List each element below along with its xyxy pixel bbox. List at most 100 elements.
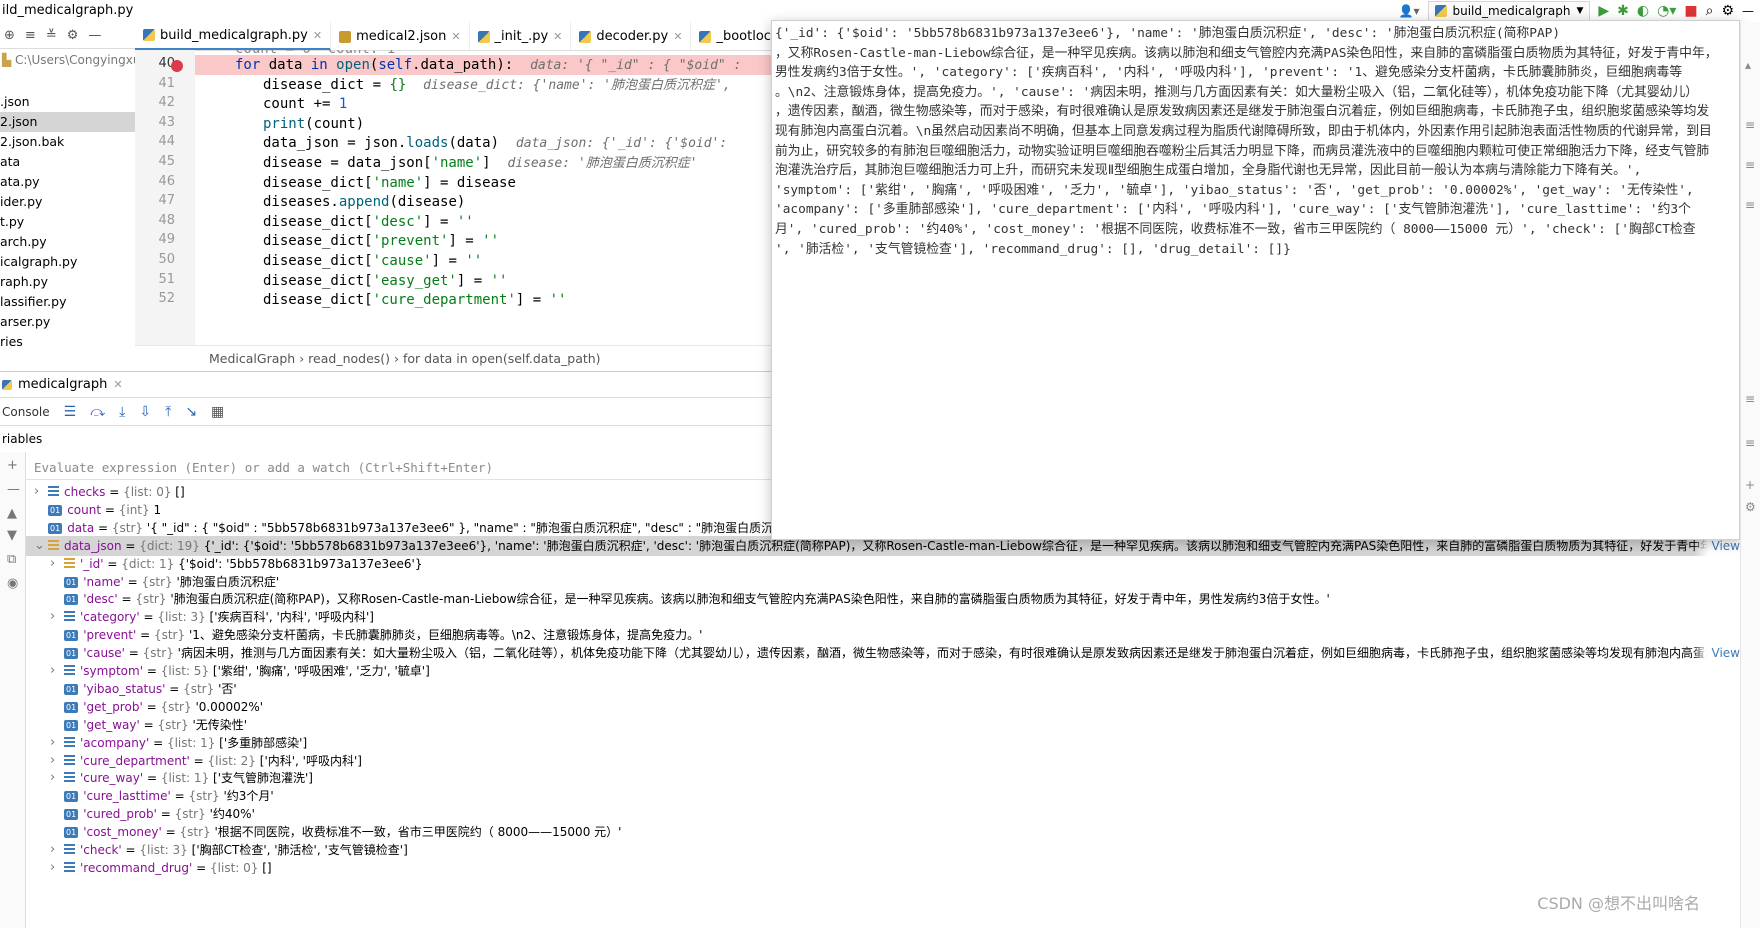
line-number: 42 (158, 95, 175, 111)
gear-icon[interactable]: ⚙ (1745, 500, 1756, 514)
variable-name: 'category' (80, 610, 140, 625)
debug-session-tab[interactable]: medicalgraph ✕ (0, 371, 771, 397)
variable-name: 'yibao_status' (83, 681, 166, 696)
variable-value: {'_id': {'$oid': '5bb578b6831b973a137e3e… (203, 538, 1740, 553)
console-tab[interactable]: Console (2, 405, 50, 419)
primitive-type-icon: 01 (48, 504, 63, 516)
gear-icon[interactable]: ⚙ (1721, 3, 1734, 19)
run-config-selector[interactable]: build_medicalgraph ▼ (1427, 1, 1591, 21)
variable-content: 'recommand_drug' = {list: 0} [] (64, 858, 272, 878)
debug-session-label: medicalgraph (18, 377, 108, 392)
locate-icon[interactable]: ⊕ (4, 28, 15, 43)
project-tree: .json 2.json 2.json.bak ata ata.py ider.py t.p… (0, 92, 135, 352)
view-icon[interactable]: ◉ (7, 576, 18, 591)
line-number: 45 (158, 154, 175, 169)
close-icon[interactable]: ✕ (113, 378, 122, 391)
project-tree-item[interactable]: ata (0, 152, 135, 172)
json-file-icon (339, 30, 352, 43)
window-title: ild_medicalgraph.py (2, 3, 134, 18)
stop-icon[interactable]: ■ (1684, 3, 1697, 19)
scroll-marker-icon: ≡ (1745, 436, 1756, 450)
run-to-cursor-icon[interactable]: ↘ (185, 404, 197, 420)
python-file-icon (2, 379, 12, 390)
variable-type: {list: 2} (207, 753, 256, 768)
inline-value-hint: data_json: {'_id': {'$oid': (515, 136, 728, 152)
move-up-icon[interactable]: ▲ (7, 506, 17, 521)
editor-tab[interactable]: _init_.py ✕ (470, 22, 572, 50)
editor-tab[interactable]: medical2.json ✕ (331, 22, 470, 50)
project-tree-item[interactable]: icalgraph.py (0, 252, 135, 272)
list-type-icon (64, 861, 75, 873)
value-popup[interactable]: {'_id': {'$oid': '5bb578b6831b973a137e3e… (771, 20, 1740, 540)
primitive-type-icon: 01 (64, 791, 79, 803)
editor-tab[interactable]: _bootlocale (691, 22, 771, 50)
user-icon[interactable]: 👤▾ (1399, 4, 1420, 18)
variable-name: 'desc' (83, 592, 118, 607)
project-tree-item[interactable]: arser.py (0, 312, 135, 332)
variable-name: 'name' (83, 574, 124, 589)
project-tree-item[interactable]: raph.py (0, 272, 135, 292)
gear-icon[interactable]: ⚙ (67, 28, 79, 43)
close-icon[interactable]: ✕ (673, 30, 682, 43)
project-tree-item[interactable]: arch.py (0, 232, 135, 252)
chevron-right-icon[interactable]: › (50, 858, 60, 878)
editor-gutter: 40 41 42 43 44 45 46 47 48 49 50 51 52 (135, 50, 195, 345)
breakpoint-icon[interactable] (171, 60, 183, 72)
profile-icon[interactable]: ◔▾ (1657, 3, 1676, 19)
evaluate-icon[interactable]: ▦ (211, 404, 224, 420)
editor-tab[interactable]: build_medicalgraph.py ✕ (135, 22, 332, 50)
breadcrumb[interactable]: MedicalGraph › read_nodes() › for data i… (135, 345, 771, 370)
step-into-icon[interactable]: ⤓ (119, 404, 125, 420)
project-tree-item[interactable]: ata.py (0, 172, 135, 192)
line-number: 43 (158, 114, 175, 130)
variable-type: {int} (118, 502, 150, 517)
python-file-icon (1434, 5, 1447, 17)
close-icon[interactable]: ✕ (451, 30, 460, 43)
search-icon[interactable]: ⌕ (1706, 3, 1714, 19)
dict-type-icon (64, 557, 75, 569)
variable-type: {str} (153, 628, 186, 643)
project-tree-item[interactable]: ries (0, 332, 135, 352)
collapse-all-icon[interactable]: ≡ (25, 28, 36, 43)
variable-type: {str} (188, 789, 220, 804)
variable-type: {list: 3} (139, 843, 188, 857)
step-into-my-code-icon[interactable]: ⇩ (139, 404, 151, 420)
project-tree-item[interactable]: 2.json (0, 112, 135, 132)
dict-type-icon (48, 539, 59, 551)
project-tree-item[interactable]: ider.py (0, 192, 135, 212)
variable-type: {list: 1} (160, 771, 210, 786)
project-tree-item[interactable]: lassifier.py (0, 292, 135, 312)
remove-watch-icon[interactable]: — (7, 482, 20, 497)
frames-layout-icon[interactable]: ☰ (64, 404, 77, 420)
copy-icon[interactable]: ⧉ (7, 552, 16, 567)
move-down-icon[interactable]: ▼ (7, 528, 17, 543)
expand-all-icon[interactable]: ≚ (46, 28, 57, 43)
primitive-type-icon: 01 (64, 683, 79, 695)
project-tree-item[interactable]: .json (0, 92, 135, 112)
step-over-icon[interactable]: ⤼ (90, 404, 105, 420)
variable-row[interactable]: ›'recommand_drug' = {list: 0} [] (26, 858, 1740, 878)
variable-type: {list: 1} (166, 735, 216, 750)
run-icon[interactable]: ▶ (1598, 3, 1609, 19)
variable-type: {str} (111, 520, 144, 535)
editor-tab[interactable]: decoder.py ✕ (571, 22, 692, 50)
line-number: 47 (158, 193, 175, 209)
editor-tab-label: medical2.json (356, 29, 447, 44)
minimize-icon[interactable]: — (1742, 4, 1754, 18)
step-out-icon[interactable]: ⤒ (165, 404, 171, 420)
coverage-icon[interactable]: ◐ (1637, 3, 1649, 19)
chevron-up-icon[interactable]: ▴ (1745, 58, 1751, 72)
project-tree-item[interactable]: t.py (0, 212, 135, 232)
add-watch-icon[interactable]: + (7, 458, 18, 473)
add-icon[interactable]: + (1745, 478, 1755, 492)
inline-value-hint: disease: '肺泡蛋白质沉积症' (507, 156, 698, 171)
close-icon[interactable]: ✕ (553, 30, 562, 43)
code-editor[interactable]: count = 0 count: 1for data in open(self.… (195, 50, 771, 345)
project-tree-item[interactable]: 2.json.bak (0, 132, 135, 152)
line-number: 52 (158, 291, 175, 307)
hide-icon[interactable]: — (88, 28, 101, 43)
close-icon[interactable]: ✕ (313, 29, 322, 42)
debug-icon[interactable]: ✱ (1617, 3, 1629, 19)
variable-name: 'prevent' (83, 628, 137, 643)
list-type-icon (64, 772, 75, 784)
